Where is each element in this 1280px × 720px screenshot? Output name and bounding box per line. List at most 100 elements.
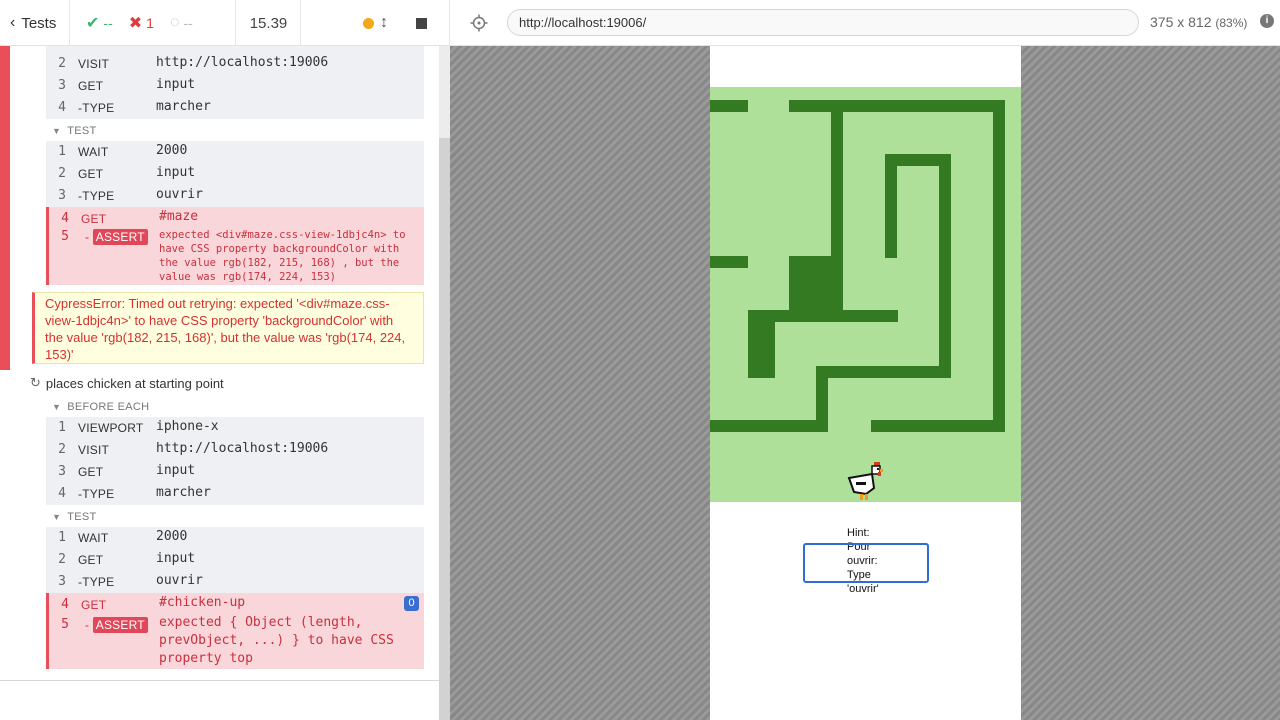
command-row[interactable]: 1 WAIT 2000 [46, 527, 424, 549]
viewport-size: 375 x 812 [1150, 14, 1212, 30]
command-number: 1 [58, 530, 66, 545]
command-row[interactable]: 4 -TYPE marcher [46, 97, 424, 119]
maze-wall [939, 154, 951, 376]
tests-label: Tests [21, 14, 57, 32]
duration-value: 15.39 [249, 14, 288, 32]
viewport-scale: (83%) [1215, 16, 1248, 30]
command-row[interactable]: 3 -TYPE ouvrir [46, 571, 424, 593]
reporter-scrollbar[interactable] [439, 46, 450, 720]
command-name: -TYPE [78, 189, 115, 203]
error-text: CypressError: Timed out retrying: expect… [45, 296, 406, 362]
auto-scroll-icon[interactable]: ↕ [380, 14, 388, 32]
command-number: 5 [61, 617, 69, 632]
command-name: -TYPE [78, 575, 115, 589]
maze-wall [885, 154, 897, 258]
command-arg: 2000 [156, 143, 188, 158]
command-arg: input [156, 551, 196, 566]
command-arg: ouvrir [156, 187, 203, 202]
selector-playground-icon[interactable] [470, 14, 488, 32]
reporter-footer [0, 680, 439, 720]
info-icon[interactable]: i [1260, 14, 1274, 28]
tests-back-button[interactable]: ‹ Tests [0, 0, 70, 46]
command-number: 2 [58, 166, 66, 181]
command-arg: #maze [159, 209, 199, 224]
command-arg: marcher [156, 99, 211, 114]
command-row[interactable]: 2 GET input [46, 549, 424, 571]
command-name: GET [78, 167, 104, 181]
pending-stat: ◌ -- [170, 14, 193, 32]
failed-stat: ✖ 1 [129, 13, 154, 33]
command-number: 4 [61, 211, 69, 226]
section-label: BEFORE EACH [67, 401, 150, 413]
command-row[interactable]: 2 VISIT http://localhost:19006 [46, 53, 424, 75]
collapse-triangle-icon: ▼ [52, 402, 62, 412]
assertion-message: expected { Object (length, prevObject, .… [159, 615, 394, 666]
runner-toolbar: ‹ Tests ✔ -- ✖ 1 ◌ -- 15.39 ↕ http://loc… [0, 0, 1280, 46]
command-row[interactable]: 1 WAIT 2000 [46, 141, 424, 163]
command-number: 3 [58, 78, 66, 93]
answer-input[interactable] [803, 543, 929, 583]
chicken-icon [847, 462, 883, 500]
maze-wall [871, 420, 1005, 432]
command-name: GET [81, 212, 107, 226]
command-row[interactable]: 3 GET input [46, 461, 424, 483]
command-number: 2 [58, 56, 66, 71]
command-name: GET [81, 598, 107, 612]
command-name: WAIT [78, 145, 109, 159]
refresh-icon: ↻ [30, 375, 41, 390]
command-row[interactable]: 2 GET input [46, 163, 424, 185]
command-row[interactable]: 3 -TYPE ouvrir [46, 185, 424, 207]
maze-wall [710, 420, 828, 432]
command-number: 1 [58, 144, 66, 159]
command-arg: input [156, 165, 196, 180]
maze-wall [748, 310, 775, 378]
error-message[interactable]: CypressError: Timed out retrying: expect… [32, 292, 424, 364]
command-number: 2 [58, 552, 66, 567]
pending-count: -- [183, 15, 193, 31]
command-row[interactable]: 4 -TYPE marcher [46, 483, 424, 505]
command-arg: 2000 [156, 529, 188, 544]
passed-stat: ✔ -- [86, 13, 113, 33]
reporter-scrollbar-thumb[interactable] [439, 46, 450, 138]
failed-command-group[interactable]: 4 GET #chicken-up 5 - ASSERT expected { … [46, 593, 424, 669]
maze-wall [789, 100, 1005, 112]
command-row[interactable]: 2 VISIT http://localhost:19006 [46, 439, 424, 461]
command-name: - [85, 230, 90, 244]
command-name: VISIT [78, 443, 110, 457]
command-name: WAIT [78, 531, 109, 545]
maze-wall [993, 100, 1005, 432]
command-number: 2 [58, 442, 66, 457]
failed-test-indicator [0, 46, 10, 370]
assertion-message: expected <div#maze.css-view-1dbjc4n> to … [159, 229, 406, 283]
command-arg: iphone-x [156, 419, 219, 434]
command-row[interactable]: 1 VIEWPORT iphone-x [46, 417, 424, 439]
command-row[interactable]: 3 GET input [46, 75, 424, 97]
before-each-section-header[interactable]: ▼ BEFORE EACH [52, 401, 149, 413]
command-arg: #chicken-up [159, 595, 246, 610]
test-section-header[interactable]: ▼ TEST [52, 511, 97, 523]
failed-count: 1 [146, 15, 154, 31]
viewport-info: 375 x 812 (83%) [1150, 14, 1247, 30]
element-count-badge: 0 [404, 596, 419, 611]
command-name: VIEWPORT [78, 421, 144, 435]
command-arg: http://localhost:19006 [156, 441, 329, 456]
command-arg: ouvrir [156, 573, 203, 588]
pending-circle-icon: ◌ [169, 14, 180, 31]
command-number: 4 [58, 100, 66, 115]
url-bar[interactable]: http://localhost:19006/ [507, 9, 1139, 36]
maze [710, 87, 1021, 502]
stop-icon[interactable] [416, 17, 427, 29]
test-section-header[interactable]: ▼ TEST [52, 125, 97, 137]
test-title[interactable]: ↻ places chicken at starting point [30, 375, 224, 391]
test-title-text: places chicken at starting point [45, 375, 224, 391]
maze-wall [789, 256, 843, 312]
command-arg: marcher [156, 485, 211, 500]
x-icon: ✖ [128, 15, 143, 32]
maze-wall [710, 256, 748, 268]
running-indicator-icon [363, 17, 374, 29]
command-number: 3 [58, 188, 66, 203]
failed-command-group[interactable]: 4 GET #maze 5 - ASSERT expected <div#maz… [46, 207, 424, 285]
command-name: -TYPE [78, 101, 115, 115]
command-number: 4 [61, 597, 69, 612]
maze-wall [816, 366, 951, 378]
